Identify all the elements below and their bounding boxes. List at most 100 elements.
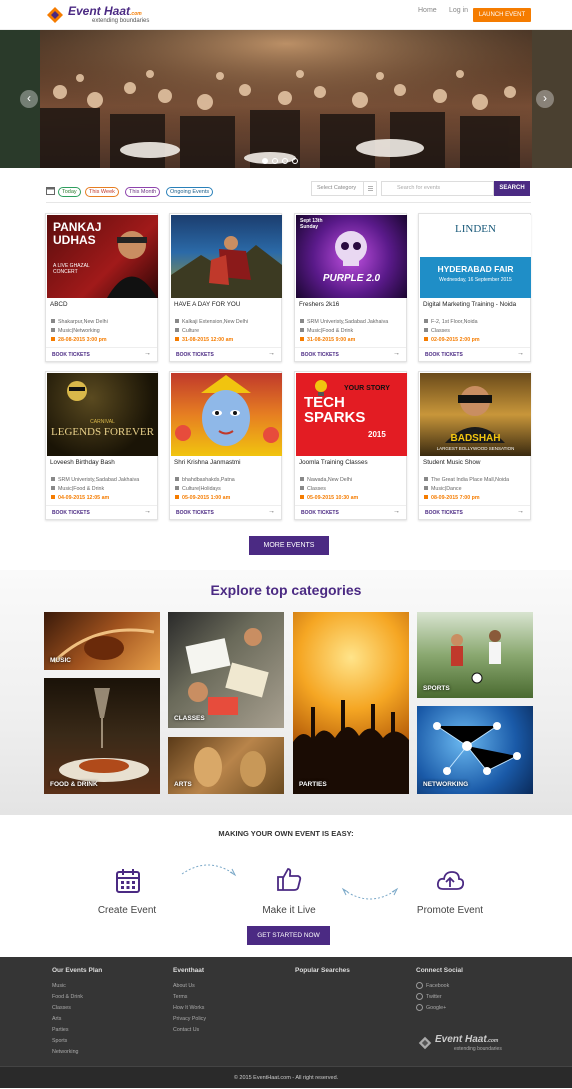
logo-title: Event Haat.com <box>68 4 142 18</box>
google-plus-link[interactable]: Google+ <box>416 1003 463 1014</box>
footer-link[interactable]: Classes <box>52 1003 102 1014</box>
category-sports[interactable]: SPORTS <box>417 612 533 698</box>
event-name[interactable]: ABCD <box>50 301 155 309</box>
event-card[interactable]: HAVE A DAY FOR YOU Kalkaji Extension,New… <box>169 213 282 362</box>
twitter-link[interactable]: Twitter <box>416 992 463 1003</box>
event-tags: Culture|Holidays <box>175 486 279 492</box>
search-input[interactable]: Search for events <box>381 181 494 196</box>
event-poster: Sept 13th Sunday PURPLE 2.0 <box>296 215 407 298</box>
category-select[interactable]: Select Category <box>311 181 377 196</box>
event-card[interactable]: BADSHAH LARGEST BOLLYWOOD SENSATION Stud… <box>418 371 531 520</box>
footer-link[interactable]: Sports <box>52 1036 102 1047</box>
event-tags: Classes <box>300 486 404 492</box>
event-tags: Music|Food & Drink <box>51 486 155 492</box>
book-tickets-button[interactable]: BOOK TICKETS <box>301 510 339 516</box>
footer-link[interactable]: How It Works <box>173 1003 206 1014</box>
category-arts[interactable]: ARTS <box>168 737 284 794</box>
facebook-link[interactable]: Facebook <box>416 981 463 992</box>
nav-home[interactable]: Home <box>418 7 437 14</box>
get-started-button[interactable]: GET STARTED NOW <box>247 926 330 945</box>
footer-col-popular-searches: Popular Searches <box>295 967 350 974</box>
category-parties[interactable]: PARTIES <box>293 612 409 794</box>
arrow-right-icon[interactable]: → <box>517 350 524 357</box>
category-music[interactable]: MUSIC <box>44 612 160 670</box>
person-photo <box>67 381 87 401</box>
filter-this-week[interactable]: This Week <box>85 187 119 197</box>
event-date: 02-09-2015 2:00 pm <box>424 337 528 343</box>
book-tickets-button[interactable]: BOOK TICKETS <box>425 510 463 516</box>
launch-event-button[interactable]: LAUNCH EVENT <box>473 8 531 22</box>
footer-link[interactable]: Networking <box>52 1047 102 1058</box>
event-location: Nawada,New Delhi <box>300 477 404 483</box>
book-tickets-button[interactable]: BOOK TICKETS <box>176 510 214 516</box>
footer-link[interactable]: Privacy Policy <box>173 1014 206 1025</box>
footer-col-eventhaat: Eventhaat About Us Terms How It Works Pr… <box>173 967 206 1036</box>
event-name[interactable]: Student Music Show <box>423 459 528 467</box>
carousel-dot[interactable] <box>272 158 278 164</box>
book-tickets-button[interactable]: BOOK TICKETS <box>52 352 90 358</box>
event-location: The Great India Place Mall,Noida <box>424 477 528 483</box>
event-card[interactable]: Sept 13th Sunday PURPLE 2.0 Freshers 2k1… <box>294 213 407 362</box>
filter-ongoing-events[interactable]: Ongoing Events <box>166 187 214 197</box>
carousel-prev-button[interactable]: ‹ <box>20 90 38 108</box>
location-icon <box>175 319 179 323</box>
filter-this-month[interactable]: This Month <box>125 187 161 197</box>
carousel-dot[interactable] <box>262 158 268 164</box>
calendar-icon <box>175 337 179 341</box>
event-card[interactable]: Shri Krishna Janmastmi bhahdbashakds,Pat… <box>169 371 282 520</box>
site-header: Event Haat.com extending boundaries Home… <box>0 0 572 30</box>
location-icon <box>300 477 304 481</box>
event-card[interactable]: YOUR STORY TECH SPARKS 2015 Joomla Train… <box>294 371 407 520</box>
event-name[interactable]: Shri Krishna Janmastmi <box>174 459 279 467</box>
event-date: 08-09-2015 7:00 pm <box>424 495 528 501</box>
footer-link[interactable]: Contact Us <box>173 1025 206 1036</box>
arrow-right-icon[interactable]: → <box>517 508 524 515</box>
arrow-right-icon[interactable]: → <box>393 350 400 357</box>
calendar-icon <box>424 495 428 499</box>
event-location: SRM Univeristy,Sadabad Jakhaiva <box>51 477 155 483</box>
category-networking[interactable]: NETWORKING <box>417 706 533 794</box>
event-card[interactable]: PANKAJ UDHAS A LIVE GHAZAL CONCERT ABCD … <box>45 213 158 362</box>
category-food-drink[interactable]: FOOD & DRINK <box>44 678 160 794</box>
carousel-dot[interactable] <box>292 158 298 164</box>
filter-today[interactable]: Today <box>58 187 81 197</box>
location-icon <box>424 477 428 481</box>
calendar-icon <box>46 187 55 195</box>
carousel-dot[interactable] <box>282 158 288 164</box>
carousel-next-button[interactable]: › <box>536 90 554 108</box>
nav-login[interactable]: Log in <box>449 7 468 14</box>
event-location: F-2, 1st Floor,Noida <box>424 319 528 325</box>
more-events-button[interactable]: MORE EVENTS <box>249 536 329 555</box>
event-name[interactable]: Joomla Training Classes <box>299 459 404 467</box>
arrow-right-icon[interactable]: → <box>144 508 151 515</box>
footer-link[interactable]: Arts <box>52 1014 102 1025</box>
arrow-right-icon[interactable]: → <box>393 508 400 515</box>
book-tickets-button[interactable]: BOOK TICKETS <box>176 352 214 358</box>
arrow-connector <box>181 864 237 877</box>
event-tags: Music|Networking <box>51 328 155 334</box>
event-name[interactable]: HAVE A DAY FOR YOU <box>174 301 279 309</box>
hero-carousel: ‹ › <box>0 30 572 168</box>
book-tickets-button[interactable]: BOOK TICKETS <box>301 352 339 358</box>
arrow-right-icon[interactable]: → <box>268 350 275 357</box>
tag-icon <box>300 486 304 490</box>
arrow-right-icon[interactable]: → <box>268 508 275 515</box>
footer-link[interactable]: Terms <box>173 992 206 1003</box>
footer-link[interactable]: Music <box>52 981 102 992</box>
search-button[interactable]: SEARCH <box>494 181 530 196</box>
book-tickets-button[interactable]: BOOK TICKETS <box>425 352 463 358</box>
event-name[interactable]: Freshers 2k16 <box>299 301 404 309</box>
calendar-icon <box>51 495 55 499</box>
event-card[interactable]: CARNIVAL LEGENDS FOREVER Loveesh Birthda… <box>45 371 158 520</box>
footer-link[interactable]: Food & Drink <box>52 992 102 1003</box>
event-name[interactable]: Digital Marketing Training - Noida <box>423 301 528 309</box>
event-card[interactable]: LINDEN HYDERABAD FAIR Wednesday, 16 Sept… <box>418 213 531 362</box>
book-tickets-button[interactable]: BOOK TICKETS <box>52 510 90 516</box>
footer-link[interactable]: About Us <box>173 981 206 992</box>
footer-link[interactable]: Parties <box>52 1025 102 1036</box>
arrow-right-icon[interactable]: → <box>144 350 151 357</box>
logo[interactable]: Event Haat.com extending boundaries <box>46 4 156 26</box>
location-icon <box>51 319 55 323</box>
event-name[interactable]: Loveesh Birthday Bash <box>50 459 155 467</box>
category-classes[interactable]: CLASSES <box>168 612 284 728</box>
